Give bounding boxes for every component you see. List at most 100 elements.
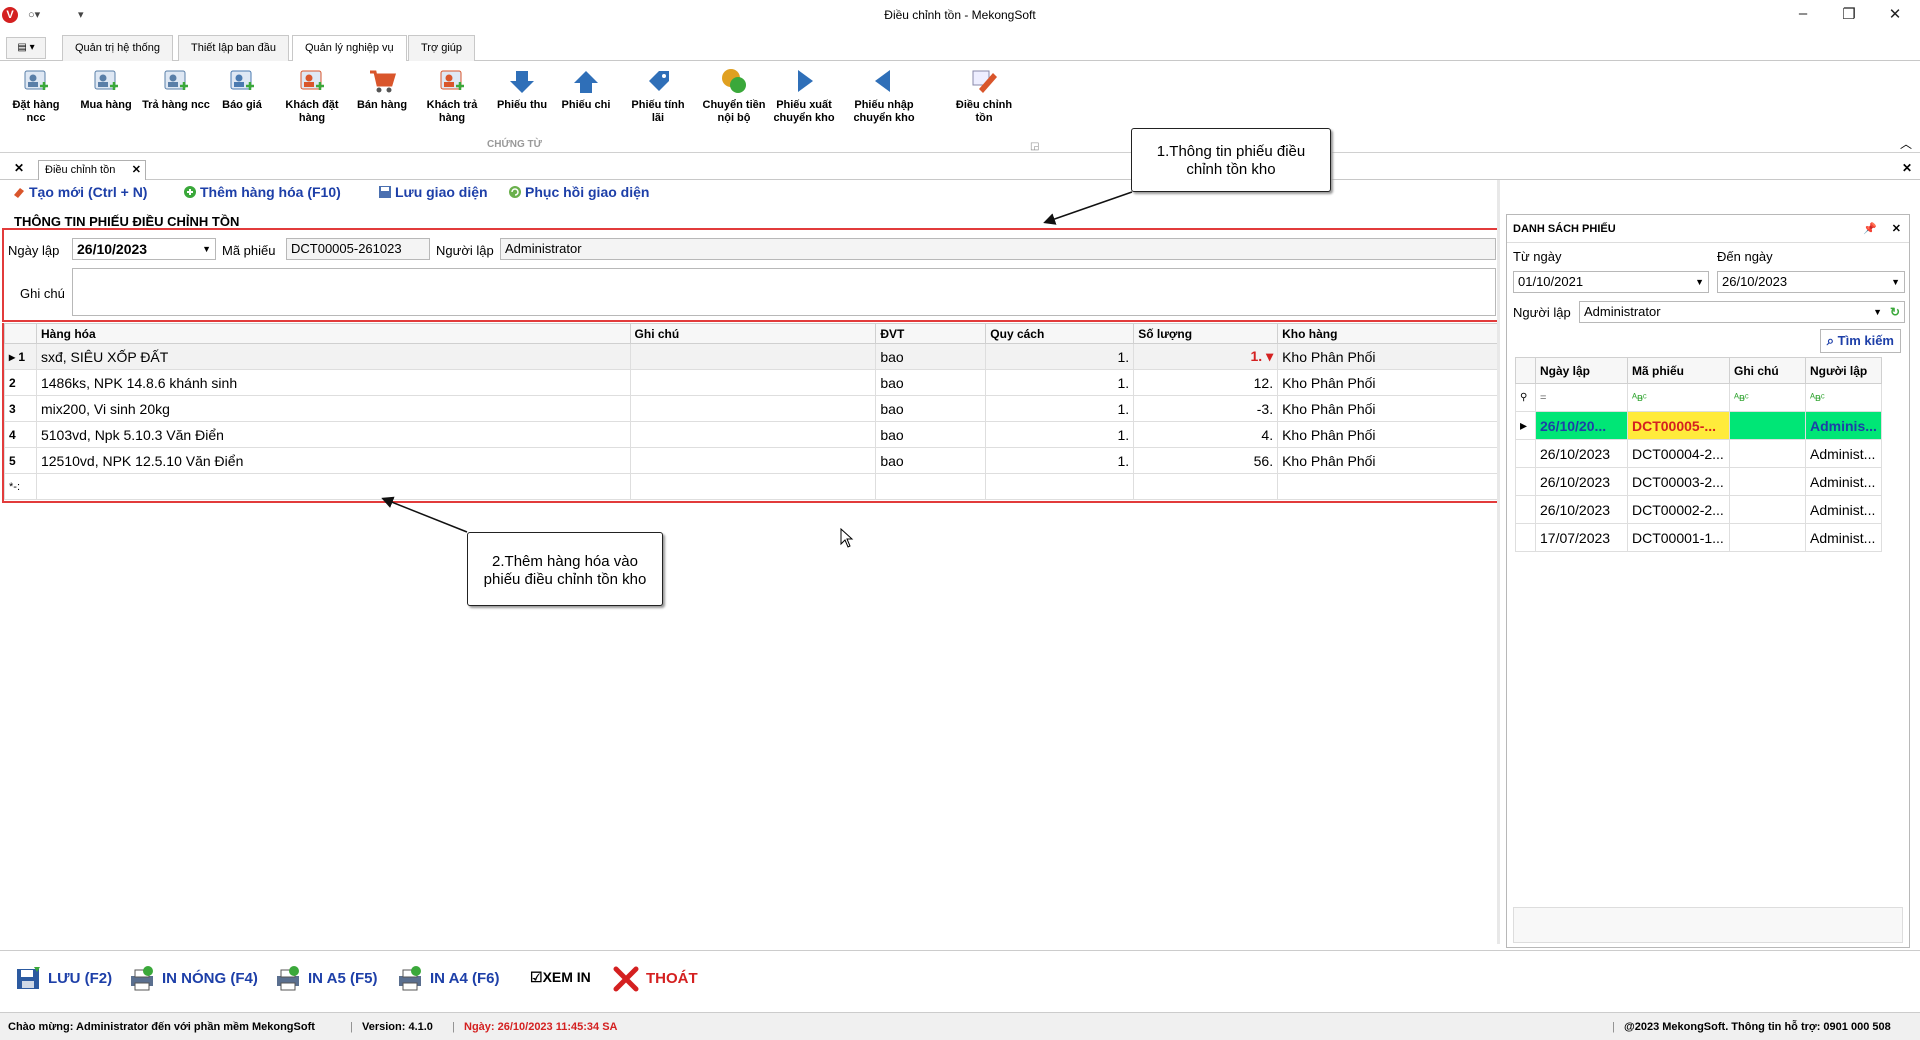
ribbon-button-2[interactable]: Trả hàng ncc	[142, 67, 210, 112]
cell-unit[interactable]: bao	[875, 369, 987, 396]
cell-warehouse[interactable]: Kho Phân Phối	[1277, 343, 1498, 370]
ribbon-button-6[interactable]: Khách trả hàng	[418, 67, 486, 125]
cell-note[interactable]	[629, 395, 877, 422]
voucher-cell-note[interactable]	[1729, 495, 1806, 524]
voucher-cell-creator[interactable]: Administ...	[1805, 439, 1882, 468]
ribbon-button-11[interactable]: Phiếu xuất chuyển kho	[770, 67, 838, 125]
tab-help[interactable]: Trợ giúp	[408, 35, 476, 61]
print-a4-button[interactable]: IN A4 (F6)	[396, 965, 499, 993]
new-row[interactable]: *-:	[4, 473, 1498, 500]
search-button[interactable]: ⌕ Tìm kiếm	[1819, 329, 1901, 353]
voucher-cell-date[interactable]: 26/10/20...	[1535, 411, 1628, 440]
voucher-row-indicator[interactable]	[1515, 467, 1536, 496]
new-row-cell[interactable]	[985, 473, 1135, 500]
close-list-icon[interactable]: ✕	[1892, 222, 1901, 235]
tab-initial-setup[interactable]: Thiết lập ban đầu	[178, 35, 290, 61]
new-row-cell[interactable]	[875, 473, 987, 500]
print-a5-button[interactable]: IN A5 (F5)	[274, 965, 377, 993]
close-all-tabs-icon[interactable]: ✕	[14, 161, 24, 175]
ribbon-button-1[interactable]: Mua hàng	[72, 67, 140, 112]
pin-icon[interactable]: 📌	[1863, 222, 1877, 235]
ribbon-button-7[interactable]: Phiếu thu	[488, 67, 556, 112]
creator-field[interactable]: Administrator	[500, 238, 1496, 260]
row-number[interactable]: 2	[4, 369, 37, 396]
cell-qty[interactable]: 1. ▾	[1133, 343, 1279, 370]
filter-code[interactable]: ᴬᴃᶜ	[1627, 383, 1730, 412]
row-number[interactable]: 3	[4, 395, 37, 422]
ribbon-button-4[interactable]: Khách đặt hàng	[278, 67, 346, 125]
tab-system-admin[interactable]: Quản trị hệ thống	[62, 35, 174, 61]
ribbon-button-12[interactable]: Phiếu nhập chuyển kho	[850, 67, 918, 125]
table-row[interactable]: 4 5103vd, Npk 5.10.3 Văn Điển bao 1. 4. Kho P…	[4, 421, 1498, 448]
filter-date[interactable]: =	[1535, 383, 1628, 412]
new-button[interactable]: Tạo mới (Ctrl + N)	[12, 184, 147, 200]
cell-spec[interactable]: 1.	[985, 343, 1135, 370]
new-row-cell[interactable]	[1133, 473, 1279, 500]
cell-item[interactable]: 12510vd, NPK 12.5.10 Văn Điển	[35, 447, 631, 474]
cell-item[interactable]: 1486ks, NPK 14.8.6 khánh sinh	[35, 369, 631, 396]
cell-spec[interactable]: 1.	[985, 369, 1135, 396]
voucher-row-indicator[interactable]	[1515, 523, 1536, 552]
cell-qty[interactable]: 56.	[1133, 447, 1279, 474]
row-number[interactable]: 5	[4, 447, 37, 474]
new-row-marker[interactable]: *-:	[4, 473, 37, 500]
voucher-cell-code[interactable]: DCT00002-2...	[1627, 495, 1730, 524]
voucher-cell-note[interactable]	[1729, 523, 1806, 552]
cell-item[interactable]: sxđ, SIÊU XỐP ĐẤT	[35, 343, 631, 370]
table-row[interactable]: 5 12510vd, NPK 12.5.10 Văn Điển bao 1. 56. Kh…	[4, 447, 1498, 474]
voucher-cell-code[interactable]: DCT00001-1...	[1627, 523, 1730, 552]
close-panel-icon[interactable]: ✕	[1902, 161, 1912, 175]
cell-warehouse[interactable]: Kho Phân Phối	[1277, 369, 1498, 396]
voucher-cell-date[interactable]: 26/10/2023	[1535, 467, 1628, 496]
app-menu-button[interactable]: ▤ ▾	[6, 37, 46, 59]
new-row-cell[interactable]	[35, 473, 631, 500]
cell-unit[interactable]: bao	[875, 447, 987, 474]
cell-warehouse[interactable]: Kho Phân Phối	[1277, 447, 1498, 474]
cell-warehouse[interactable]: Kho Phân Phối	[1277, 421, 1498, 448]
voucher-list-row[interactable]: 26/10/2023 DCT00002-2... Administ...	[1515, 495, 1882, 524]
voucher-cell-creator[interactable]: Administ...	[1805, 495, 1882, 524]
voucher-list-row[interactable]: 17/07/2023 DCT00001-1... Administ...	[1515, 523, 1882, 552]
exit-button[interactable]: THOÁT	[612, 965, 698, 993]
save-button[interactable]: LƯU (F2)	[14, 965, 112, 993]
voucher-cell-code[interactable]: DCT00005-...	[1627, 411, 1730, 440]
cell-qty[interactable]: -3.	[1133, 395, 1279, 422]
print-hot-button[interactable]: IN NÓNG (F4)	[128, 965, 258, 993]
voucher-row-indicator[interactable]	[1515, 495, 1536, 524]
voucher-cell-date[interactable]: 17/07/2023	[1535, 523, 1628, 552]
cell-qty[interactable]: 12.	[1133, 369, 1279, 396]
date-dropdown-icon[interactable]: ▼	[202, 239, 211, 259]
ribbon-button-13[interactable]: Điều chỉnh tồn	[950, 67, 1018, 125]
creator-dropdown-icon[interactable]: ▼	[1873, 302, 1882, 322]
cell-unit[interactable]: bao	[875, 343, 987, 370]
voucher-cell-note[interactable]	[1729, 411, 1806, 440]
table-row[interactable]: ▸ 1 sxđ, SIÊU XỐP ĐẤT bao 1. 1. ▾ Kho Phân Ph…	[4, 343, 1498, 370]
voucher-cell-code[interactable]: DCT00003-2...	[1627, 467, 1730, 496]
voucher-cell-date[interactable]: 26/10/2023	[1535, 495, 1628, 524]
col-note[interactable]: Ghi chú	[629, 323, 877, 344]
ribbon-button-10[interactable]: Chuyển tiền nội bộ	[700, 67, 768, 125]
ribbon-button-9[interactable]: Phiếu tính lãi	[624, 67, 692, 125]
cell-note[interactable]	[629, 369, 877, 396]
close-window-icon[interactable]: ✕	[1880, 5, 1910, 23]
date-field[interactable]: 26/10/2023 ▼	[72, 238, 216, 260]
tab-business-management[interactable]: Quản lý nghiệp vụ	[292, 35, 407, 62]
cell-item[interactable]: 5103vd, Npk 5.10.3 Văn Điển	[35, 421, 631, 448]
cell-note[interactable]	[629, 343, 877, 370]
voucher-row-indicator[interactable]	[1515, 439, 1536, 468]
col-unit[interactable]: ĐVT	[875, 323, 987, 344]
filter-creator[interactable]: ᴬᴃᶜ	[1805, 383, 1882, 412]
cell-qty[interactable]: 4.	[1133, 421, 1279, 448]
group-expand-icon[interactable]: ◲	[1030, 141, 1039, 152]
cell-warehouse[interactable]: Kho Phân Phối	[1277, 395, 1498, 422]
new-row-cell[interactable]	[1277, 473, 1498, 500]
cell-spec[interactable]: 1.	[985, 395, 1135, 422]
ribbon-button-0[interactable]: Đặt hàng ncc	[2, 67, 70, 125]
voucher-cell-creator[interactable]: Administ...	[1805, 467, 1882, 496]
restore-layout-button[interactable]: Phục hồi giao diện	[508, 184, 649, 200]
save-layout-button[interactable]: Lưu giao diện	[378, 184, 488, 200]
col-list-code[interactable]: Mã phiếu	[1627, 357, 1730, 384]
voucher-list-row[interactable]: 26/10/2023 DCT00004-2... Administ...	[1515, 439, 1882, 468]
from-date-dropdown-icon[interactable]: ▼	[1695, 272, 1704, 292]
voucher-cell-creator[interactable]: Administ...	[1805, 523, 1882, 552]
